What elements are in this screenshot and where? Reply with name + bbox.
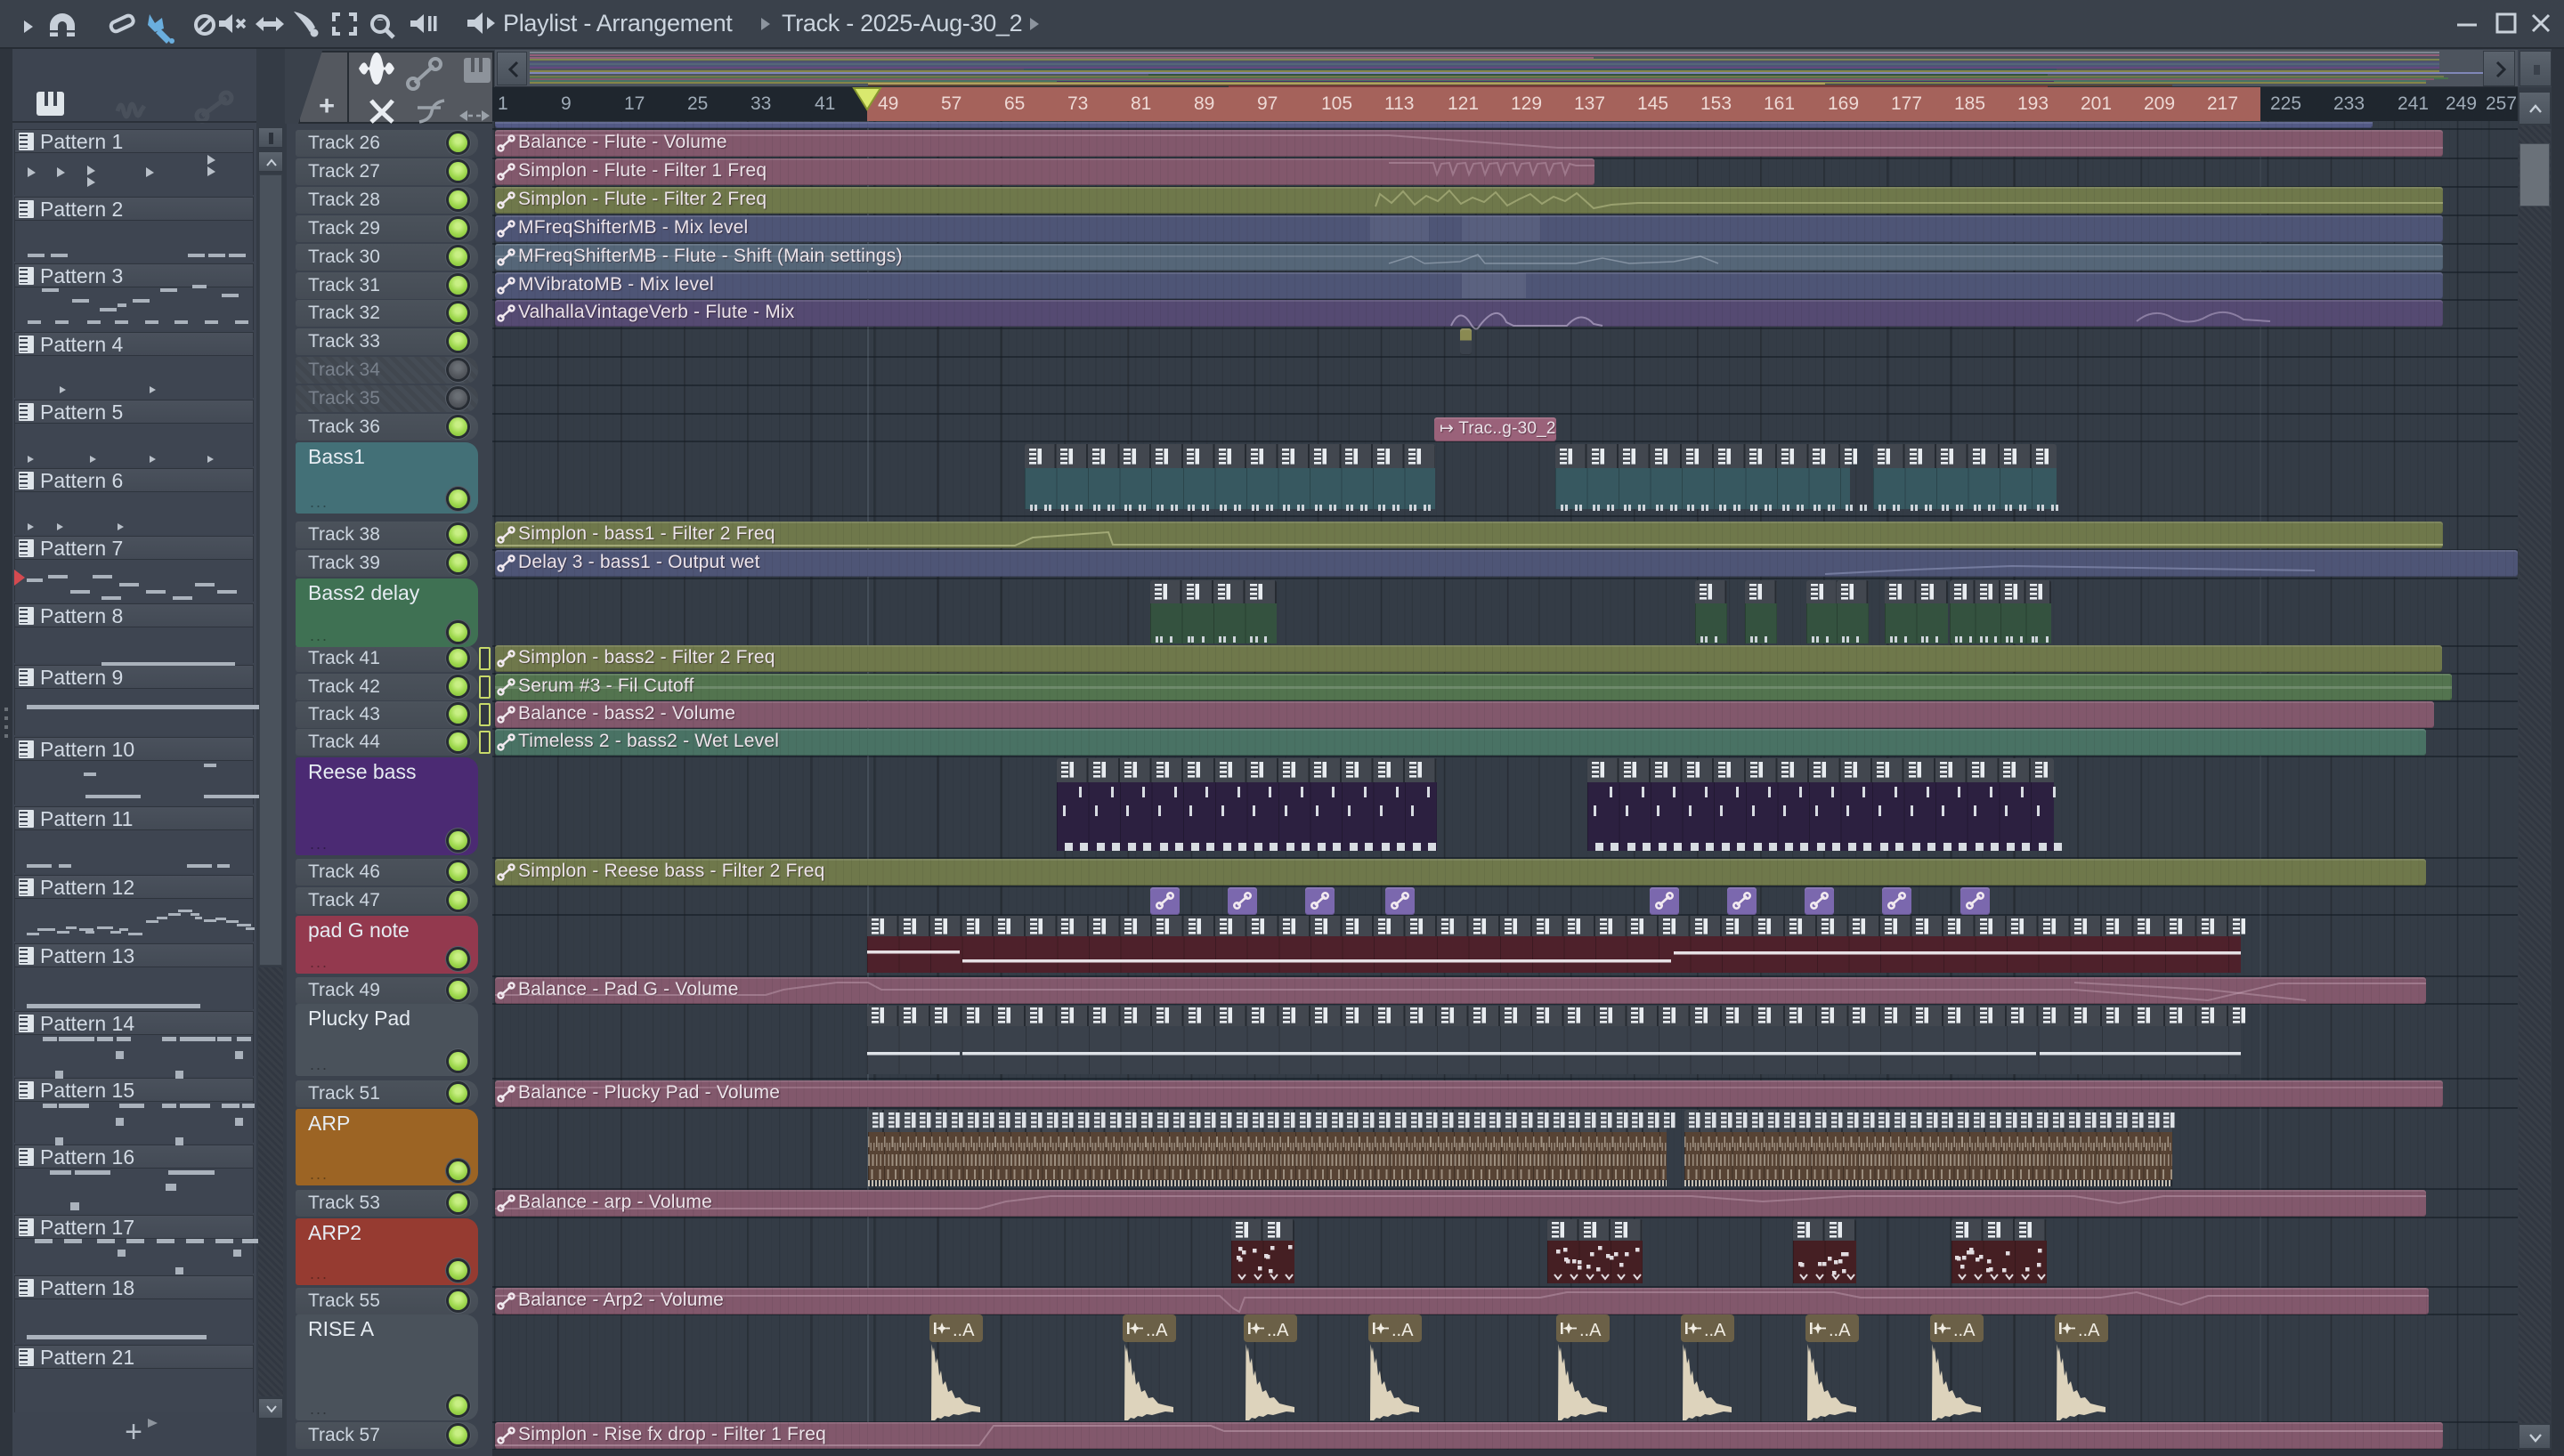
svg-text:..A: ..A (1953, 1321, 1976, 1340)
svg-text:..A: ..A (1579, 1321, 1602, 1340)
svg-text:..A: ..A (2078, 1321, 2100, 1340)
svg-text:..A: ..A (1704, 1321, 1726, 1340)
svg-text:..A: ..A (1829, 1321, 1851, 1340)
svg-text:..A: ..A (1267, 1321, 1289, 1340)
svg-text:..A: ..A (953, 1321, 975, 1340)
svg-text:..A: ..A (1146, 1321, 1168, 1340)
svg-text:..A: ..A (1392, 1321, 1414, 1340)
